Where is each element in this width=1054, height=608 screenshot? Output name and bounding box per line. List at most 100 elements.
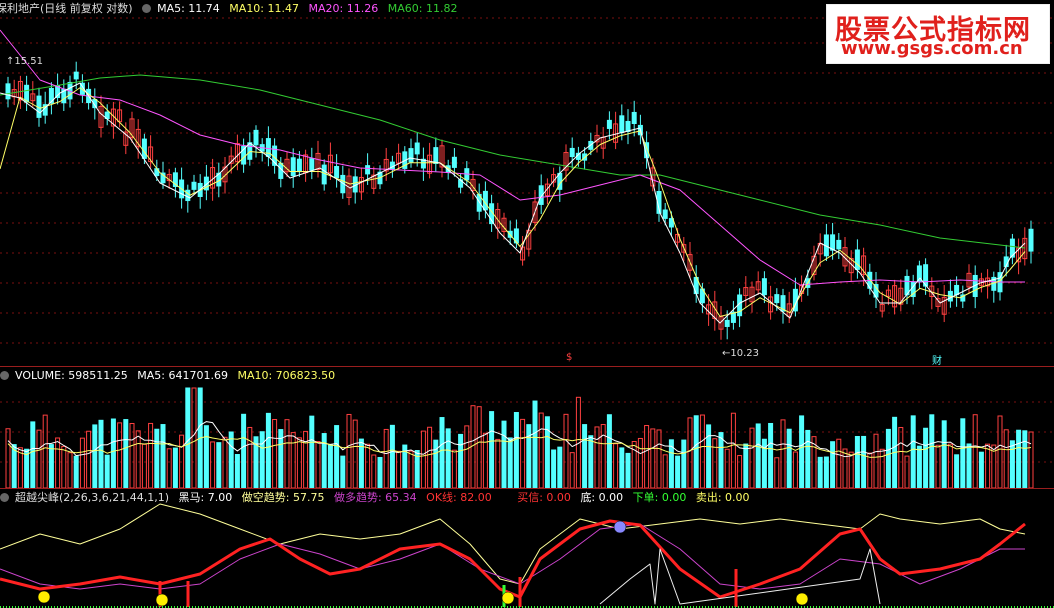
volume-bar xyxy=(854,436,860,488)
volume-bar xyxy=(247,426,253,488)
volume-bar xyxy=(898,427,904,488)
volume-bar xyxy=(941,420,947,488)
volume-bar xyxy=(582,424,588,488)
marker-cai: 财 xyxy=(932,356,942,367)
volume-bar xyxy=(699,414,705,488)
volume-bar xyxy=(960,418,966,488)
settings-dot-icon[interactable] xyxy=(0,493,9,502)
volume-bar xyxy=(86,430,92,488)
volume-bar xyxy=(303,430,309,488)
volume-bar xyxy=(675,455,681,488)
volume-bar xyxy=(569,452,575,488)
volume-bar xyxy=(458,433,464,488)
indicator-panel[interactable]: 超越尖峰(2,26,3,6,21,44,1,1) 黑马: 7.00 做空趋势: … xyxy=(0,489,1054,608)
candle-body xyxy=(619,115,625,134)
volume-bar xyxy=(464,425,470,488)
price-header: 保利地产(日线 前复权 对数) MA5: 11.74 MA10: 11.47 M… xyxy=(0,0,463,17)
volume-bar xyxy=(160,424,166,488)
smiley-icon xyxy=(155,593,169,607)
volume-bar xyxy=(786,428,792,488)
volume-bar xyxy=(98,419,104,488)
volume-bar xyxy=(228,431,234,488)
candle-body xyxy=(321,164,327,185)
volume-bar xyxy=(631,441,637,488)
settings-dot-icon[interactable] xyxy=(142,4,152,13)
volume-bar xyxy=(5,428,11,488)
volume-bar xyxy=(916,445,922,488)
candle-body xyxy=(625,120,631,132)
volume-bar xyxy=(730,412,736,488)
volume-bar xyxy=(55,437,61,488)
volume-bar xyxy=(743,443,749,488)
volume-bar xyxy=(420,430,426,488)
candle-body xyxy=(5,83,11,100)
volume-bar xyxy=(929,414,935,488)
volume-bar xyxy=(830,441,836,488)
volume-bar xyxy=(817,456,823,488)
volume-bar xyxy=(365,443,371,488)
candle-body xyxy=(365,165,371,175)
volume-bar xyxy=(334,425,340,488)
volume-bar xyxy=(551,449,557,488)
indicator-chart[interactable] xyxy=(0,489,1054,608)
volume-bar xyxy=(476,406,482,488)
volume-bar xyxy=(637,437,643,488)
okxian-value: OK线: 82.00 xyxy=(426,491,492,504)
candle-body xyxy=(309,158,315,171)
volume-bar xyxy=(489,411,495,488)
volume-bar xyxy=(513,412,519,488)
volume-bar xyxy=(1016,429,1022,488)
volume-bar xyxy=(557,446,563,488)
volume-bar xyxy=(706,424,712,488)
ma60-value: MA60: 11.82 xyxy=(387,2,458,15)
volume-bar xyxy=(985,443,991,488)
volume-bar xyxy=(92,424,98,488)
volume-bar xyxy=(842,448,848,488)
settings-dot-icon[interactable] xyxy=(0,371,9,380)
maichu-value: 卖出: 0.00 xyxy=(695,491,750,504)
candle-body xyxy=(724,319,730,327)
volume-bar xyxy=(935,444,941,488)
volume-bar xyxy=(148,422,154,488)
volume-bar xyxy=(619,447,625,488)
volume-bar xyxy=(352,419,358,488)
volume-bar xyxy=(48,444,54,488)
volume-bar xyxy=(408,450,414,488)
volume-bar xyxy=(172,447,178,488)
candle-body xyxy=(451,156,457,168)
volume-bar xyxy=(104,454,110,488)
di-value: 底: 0.00 xyxy=(580,491,624,504)
volume-bar xyxy=(538,412,544,488)
volume-bar xyxy=(427,426,433,488)
candle-body xyxy=(185,189,191,202)
candle-body xyxy=(408,148,414,163)
smiley-icon xyxy=(613,520,627,534)
volume-bar xyxy=(799,415,805,488)
volume-bar xyxy=(241,413,247,488)
candle-body xyxy=(73,71,79,80)
volume-bar xyxy=(141,443,147,488)
volume-bar xyxy=(371,454,377,488)
vol-ma5-value: MA5: 641701.69 xyxy=(137,369,228,382)
volume-bar xyxy=(904,455,910,488)
heima-value: 黑马: 7.00 xyxy=(178,491,233,504)
candle-body xyxy=(774,294,780,304)
high-price-label: ↑15.51 xyxy=(6,56,44,67)
volume-bar xyxy=(693,415,699,488)
watermark-logo: 股票公式指标网 www.gsgs.com.cn xyxy=(826,4,1050,64)
candle-body xyxy=(569,147,575,158)
smiley-icon xyxy=(795,592,809,606)
volume-bar xyxy=(30,421,36,488)
volume-bar xyxy=(315,440,321,488)
low-price-label: ←10.23 xyxy=(722,348,760,359)
heima-line xyxy=(599,548,881,605)
volume-panel[interactable]: VOLUME: 598511.25 MA5: 641701.69 MA10: 7… xyxy=(0,367,1054,488)
volume-chart[interactable] xyxy=(0,367,1054,488)
volume-bar xyxy=(445,428,451,488)
volume-bar xyxy=(724,448,730,488)
volume-bar xyxy=(451,449,457,488)
candle-body xyxy=(296,158,302,173)
volume-bar xyxy=(1028,431,1034,488)
volume-bar xyxy=(507,437,513,488)
candle-body xyxy=(606,119,612,129)
